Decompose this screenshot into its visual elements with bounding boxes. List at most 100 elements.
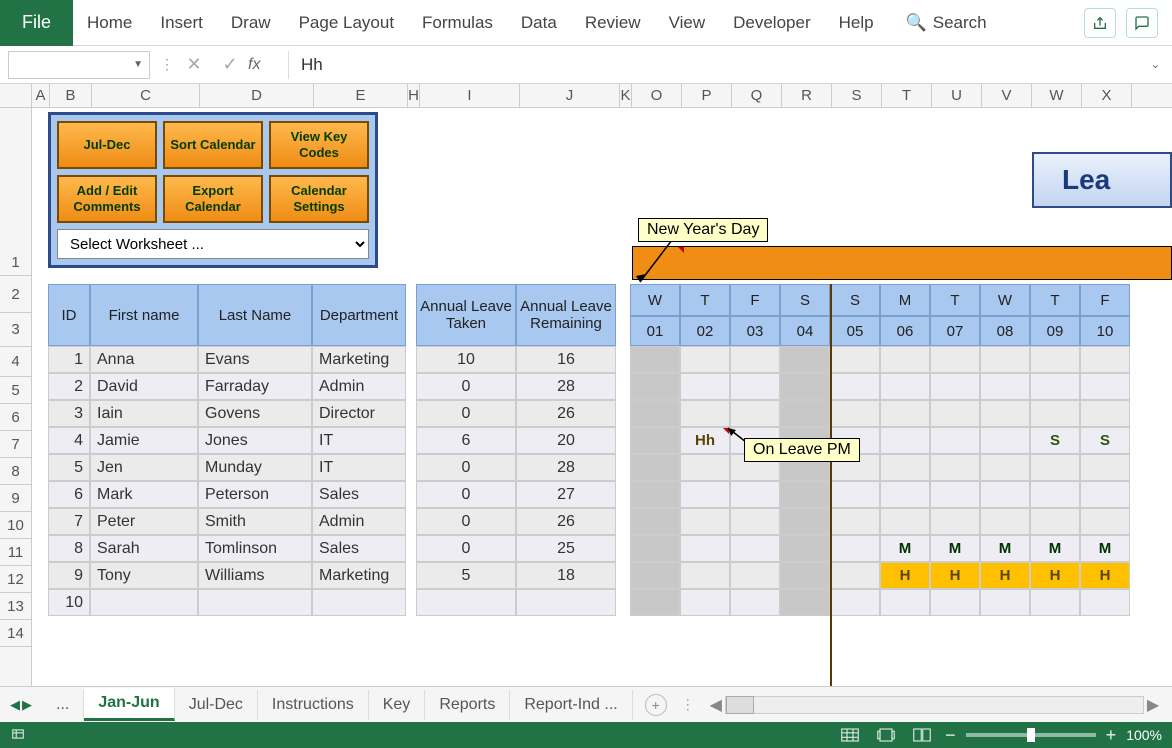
cell-day[interactable] (730, 346, 780, 373)
sheet-tab-instructions[interactable]: Instructions (258, 690, 369, 720)
cell-day[interactable] (680, 346, 730, 373)
cell-day[interactable] (630, 400, 680, 427)
cell-day[interactable] (980, 589, 1030, 616)
cell-day[interactable] (830, 589, 880, 616)
row-header[interactable]: 1 (0, 108, 31, 276)
column-header[interactable]: P (682, 84, 732, 107)
cell-day[interactable] (880, 508, 930, 535)
cell-taken[interactable]: 0 (416, 535, 516, 562)
sheet-nav-prev[interactable]: ◀ (10, 697, 20, 713)
calendar-settings-button[interactable]: Calendar Settings (269, 175, 369, 223)
row-header[interactable]: 12 (0, 566, 31, 593)
cell-day[interactable]: H (980, 562, 1030, 589)
cell-day[interactable] (680, 562, 730, 589)
cell-id[interactable]: 2 (48, 373, 90, 400)
cell-day[interactable] (630, 427, 680, 454)
cell-last[interactable]: Govens (198, 400, 312, 427)
cell-day[interactable] (730, 373, 780, 400)
cell-first[interactable]: Jen (90, 454, 198, 481)
zoom-slider[interactable] (966, 733, 1096, 737)
cell-day[interactable] (930, 508, 980, 535)
cell-day[interactable]: M (980, 535, 1030, 562)
zoom-thumb[interactable] (1027, 728, 1035, 742)
cell-day[interactable] (630, 589, 680, 616)
cell-first[interactable]: Jamie (90, 427, 198, 454)
cell-day[interactable] (730, 562, 780, 589)
juldec-button[interactable]: Jul-Dec (57, 121, 157, 169)
cell-first[interactable]: Mark (90, 481, 198, 508)
cell-day[interactable] (630, 508, 680, 535)
cell-day[interactable] (880, 400, 930, 427)
cell-first[interactable]: David (90, 373, 198, 400)
row-header[interactable]: 8 (0, 458, 31, 485)
select-worksheet-dropdown[interactable]: Select Worksheet ... (57, 229, 369, 259)
cell-day[interactable] (1030, 400, 1080, 427)
cell-day[interactable] (830, 508, 880, 535)
view-normal[interactable] (837, 725, 863, 745)
cell-taken[interactable] (416, 589, 516, 616)
column-header[interactable]: K (620, 84, 632, 107)
cell-day[interactable]: M (1030, 535, 1080, 562)
formula-cancel[interactable]: ✕ (176, 54, 212, 75)
cell-id[interactable]: 9 (48, 562, 90, 589)
cell-day[interactable] (730, 535, 780, 562)
cell-day[interactable]: H (930, 562, 980, 589)
cell-last[interactable]: Tomlinson (198, 535, 312, 562)
cell-first[interactable] (90, 589, 198, 616)
cell-remain[interactable]: 27 (516, 481, 616, 508)
cell-day[interactable] (880, 481, 930, 508)
cell-day[interactable] (880, 589, 930, 616)
cell-dept[interactable]: Director (312, 400, 406, 427)
cell-day[interactable]: H (1080, 562, 1130, 589)
cell-day[interactable] (1080, 346, 1130, 373)
ribbon-tab-data[interactable]: Data (507, 0, 571, 46)
cell-taken[interactable]: 6 (416, 427, 516, 454)
cell-day[interactable] (930, 373, 980, 400)
fx-button[interactable]: fx (248, 56, 288, 74)
row-header[interactable]: 2 (0, 276, 31, 313)
cell-day[interactable]: M (1080, 535, 1130, 562)
ribbon-tab-home[interactable]: Home (73, 0, 146, 46)
row-header[interactable]: 9 (0, 485, 31, 512)
cell-dept[interactable]: Marketing (312, 346, 406, 373)
cell-day[interactable] (780, 373, 830, 400)
cell-day[interactable]: M (880, 535, 930, 562)
cell-day[interactable] (1030, 373, 1080, 400)
cell-dept[interactable] (312, 589, 406, 616)
cell-day[interactable] (630, 373, 680, 400)
cell-day[interactable] (930, 454, 980, 481)
ribbon-tab-page-layout[interactable]: Page Layout (285, 0, 408, 46)
cell-day[interactable] (730, 481, 780, 508)
cell-day[interactable] (1080, 454, 1130, 481)
formula-confirm[interactable]: ✓ (212, 54, 248, 75)
cell-taken[interactable]: 5 (416, 562, 516, 589)
cell-last[interactable]: Peterson (198, 481, 312, 508)
cell-id[interactable]: 8 (48, 535, 90, 562)
cell-taken[interactable]: 0 (416, 400, 516, 427)
cell-last[interactable]: Jones (198, 427, 312, 454)
cell-day[interactable]: Hh (680, 427, 730, 454)
sort-calendar-button[interactable]: Sort Calendar (163, 121, 263, 169)
cell-day[interactable] (730, 589, 780, 616)
row-header[interactable]: 13 (0, 593, 31, 620)
cell-day[interactable] (680, 535, 730, 562)
ribbon-tab-draw[interactable]: Draw (217, 0, 285, 46)
cell-taken[interactable]: 10 (416, 346, 516, 373)
row-header[interactable]: 5 (0, 377, 31, 404)
cell-first[interactable]: Peter (90, 508, 198, 535)
cell-day[interactable] (1080, 481, 1130, 508)
name-box[interactable]: ▼ (8, 51, 150, 79)
cell-dept[interactable]: Sales (312, 535, 406, 562)
formula-input[interactable]: Hh (301, 55, 1172, 75)
cell-day[interactable] (780, 508, 830, 535)
cell-last[interactable]: Munday (198, 454, 312, 481)
cell-id[interactable]: 6 (48, 481, 90, 508)
column-header[interactable]: X (1082, 84, 1132, 107)
cell-day[interactable] (1030, 508, 1080, 535)
cell-taken[interactable]: 0 (416, 373, 516, 400)
cell-day[interactable] (830, 535, 880, 562)
cell-last[interactable]: Evans (198, 346, 312, 373)
row-header[interactable]: 3 (0, 313, 31, 347)
cell-day[interactable] (1080, 508, 1130, 535)
row-header[interactable]: 11 (0, 539, 31, 566)
